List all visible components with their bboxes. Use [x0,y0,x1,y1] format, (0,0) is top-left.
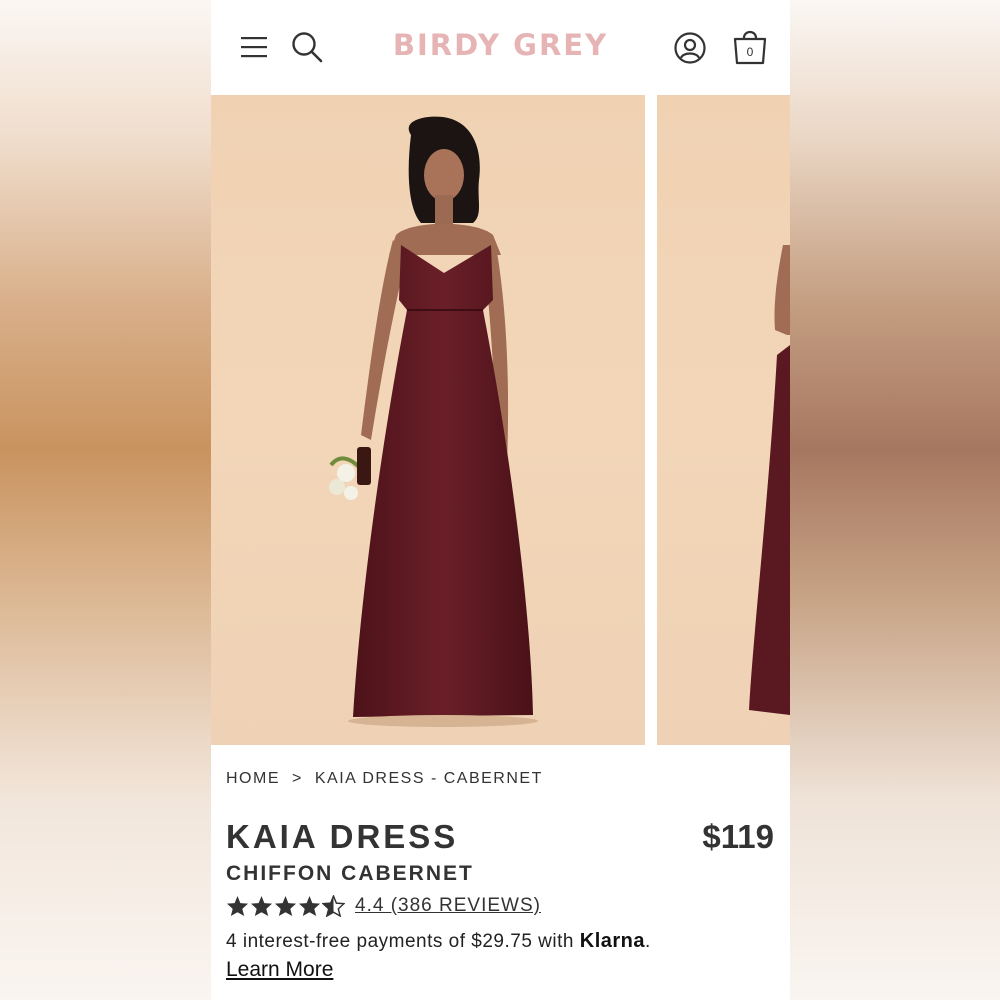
reviews-link[interactable]: 4.4 (386 REVIEWS) [355,895,541,917]
payment-text: 4 interest-free payments of $29.75 with [226,931,574,952]
site-header: BIRDY GREY 0 [211,0,790,95]
klarna-logo: Klarna [579,930,645,952]
product-image-secondary[interactable] [657,95,790,745]
mobile-page: BIRDY GREY 0 HOME > KAIA DRESS - CABERNE… [211,0,790,1000]
product-title: KAIA DRESS [226,818,459,855]
learn-more-link[interactable]: Learn More [226,958,333,982]
breadcrumb: HOME > KAIA DRESS - CABERNET [226,770,543,788]
product-price: $119 [702,818,774,855]
breadcrumb-separator: > [292,770,303,787]
klarna-message: 4 interest-free payments of $29.75 with … [226,930,651,953]
background-blur-right [789,0,1000,1000]
rating-stars [226,895,345,917]
account-icon[interactable] [674,32,706,64]
payment-suffix: . [645,931,651,952]
rating[interactable]: 4.4 (386 REVIEWS) [226,895,541,917]
star-half-icon [322,895,345,917]
star-icon [274,895,297,917]
cart-icon[interactable]: 0 [732,27,768,65]
product-color: CHIFFON CABERNET [226,862,474,885]
breadcrumb-home[interactable]: HOME [226,770,280,788]
breadcrumb-current: KAIA DRESS - CABERNET [314,770,543,787]
star-icon [298,895,321,917]
cart-count: 0 [746,45,754,59]
product-image-main[interactable] [211,95,645,745]
background-blur-left [0,0,211,1000]
star-icon [250,895,273,917]
product-gallery[interactable] [211,95,790,745]
star-icon [226,895,249,917]
